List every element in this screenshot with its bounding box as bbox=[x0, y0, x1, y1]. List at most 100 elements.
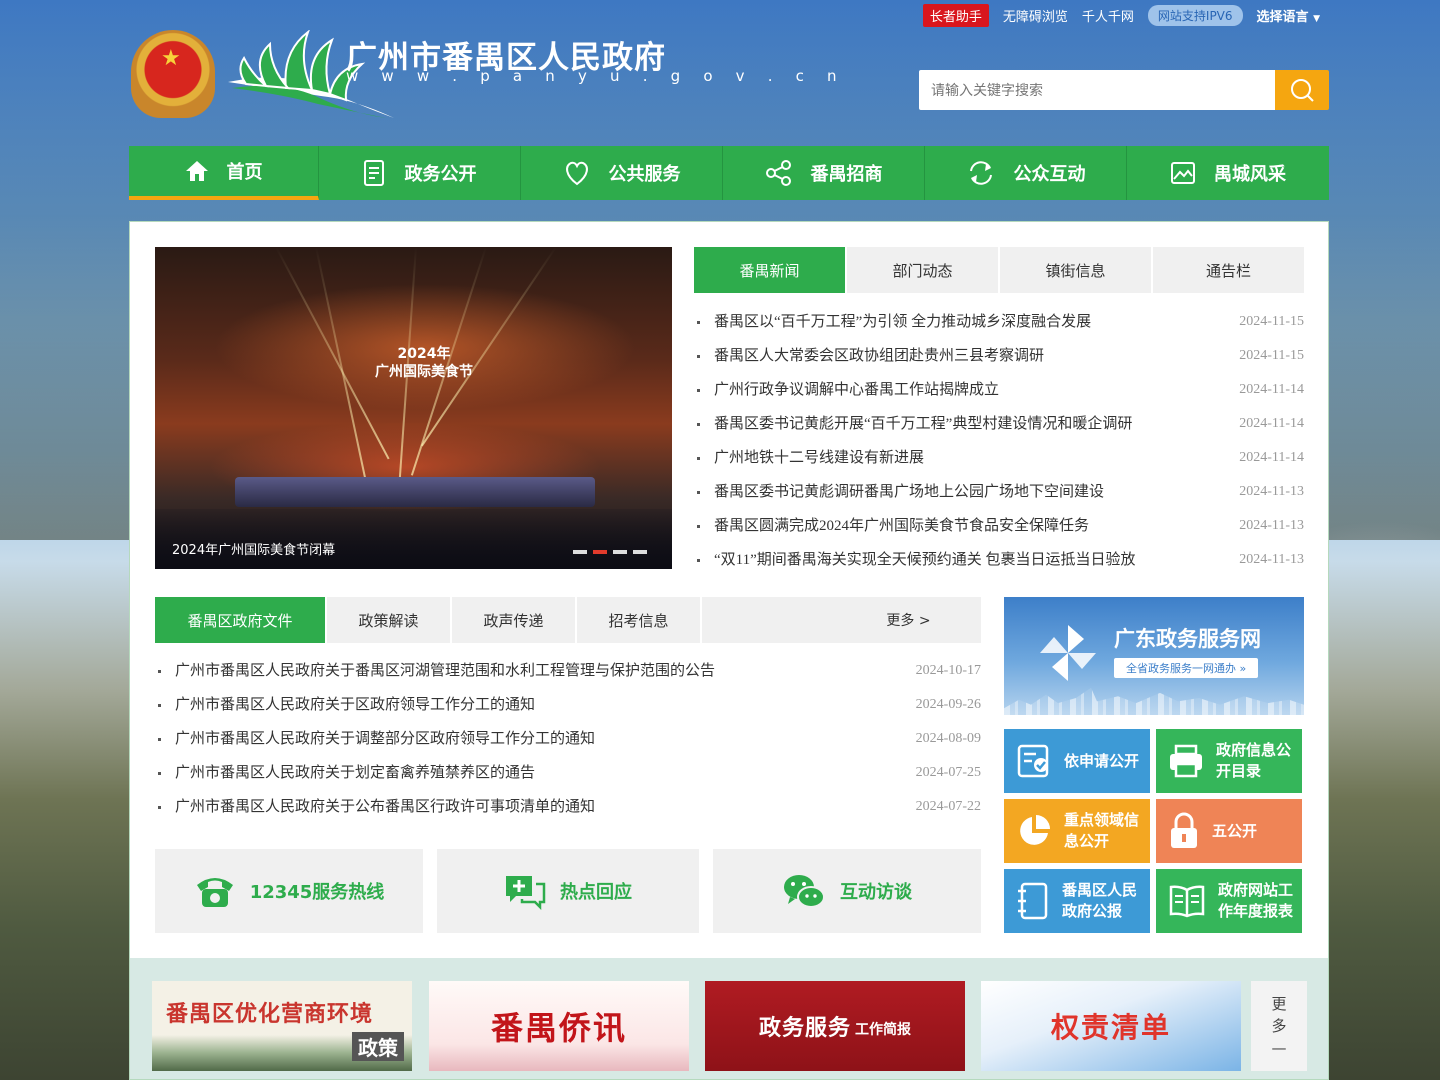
news-item[interactable]: 番禺区人大常委会区政协组团赴贵州三县考察调研 2024-11-15 bbox=[694, 339, 1304, 373]
banner-gov-service-brief[interactable]: 政务服务 工作简报 bbox=[705, 981, 965, 1071]
nav-gov-affairs[interactable]: 政务公开 bbox=[319, 146, 521, 200]
tile-label: 政府信息公开目录 bbox=[1216, 741, 1292, 780]
lock-icon bbox=[1171, 812, 1197, 848]
document-title[interactable]: 广州市番禺区人民政府关于调整部分区政府领导工作分工的通知 bbox=[155, 722, 595, 756]
nav-city-style[interactable]: 禺城风采 bbox=[1127, 146, 1329, 200]
banner-business-environment[interactable]: 番禺区优化营商环境 政策 bbox=[152, 981, 412, 1071]
news-item[interactable]: 番禺区圆满完成2024年广州国际美食节食品安全保障任务 2024-11-13 bbox=[694, 509, 1304, 543]
news-item[interactable]: “双11”期间番禺海关实现全天候预约通关 包裹当日运抵当日验放 2024-11-1… bbox=[694, 543, 1304, 577]
tab-gov-documents[interactable]: 番禺区政府文件 bbox=[155, 597, 327, 643]
nav-label: 禺城风采 bbox=[1214, 164, 1286, 185]
document-item[interactable]: 广州市番禺区人民政府关于区政府领导工作分工的通知 2024-09-26 bbox=[155, 688, 981, 722]
tab-policy-interpretation[interactable]: 政策解读 bbox=[327, 597, 452, 643]
document-title[interactable]: 广州市番禺区人民政府关于番禺区河湖管理范围和水利工程管理与保护范围的公告 bbox=[155, 654, 715, 688]
hot-response-button[interactable]: 热点回应 bbox=[437, 849, 699, 933]
news-item[interactable]: 番禺区委书记黄彪调研番禺广场地上公园广场地下空间建设 2024-11-13 bbox=[694, 475, 1304, 509]
news-date: 2024-11-15 bbox=[1239, 314, 1304, 329]
search-bar bbox=[919, 70, 1329, 110]
news-title[interactable]: 广州行政争议调解中心番禺工作站揭牌成立 bbox=[694, 373, 999, 407]
news-title[interactable]: 番禺区以“百千万工程”为引领 全力推动城乡深度融合发展 bbox=[694, 305, 1091, 339]
news-date: 2024-11-14 bbox=[1239, 450, 1304, 465]
tab-gov-voice[interactable]: 政声传递 bbox=[452, 597, 577, 643]
document-title[interactable]: 广州市番禺区人民政府关于划定畜禽养殖禁养区的通告 bbox=[155, 756, 535, 790]
news-list: 番禺区以“百千万工程”为引领 全力推动城乡深度融合发展 2024-11-15 番禺… bbox=[694, 305, 1304, 577]
document-title[interactable]: 广州市番禺区人民政府关于区政府领导工作分工的通知 bbox=[155, 688, 535, 722]
tab-dept-news[interactable]: 部门动态 bbox=[847, 247, 1000, 293]
news-date: 2024-11-14 bbox=[1239, 416, 1304, 431]
printer-icon bbox=[1170, 744, 1202, 778]
news-title[interactable]: 番禺区委书记黄彪开展“百千万工程”典型村建设情况和暖企调研 bbox=[694, 407, 1132, 441]
document-item[interactable]: 广州市番禺区人民政府关于划定畜禽养殖禁养区的通告 2024-07-25 bbox=[155, 756, 981, 790]
tile-gov-gazette[interactable]: 番禺区人民政府公报 bbox=[1004, 869, 1150, 933]
tile-label: 政府网站工作年度报表 bbox=[1218, 881, 1294, 920]
elder-assistant-link[interactable]: 长者助手 bbox=[922, 4, 989, 27]
document-icon bbox=[363, 160, 384, 186]
news-item[interactable]: 广州地铁十二号线建设有新进展 2024-11-14 bbox=[694, 441, 1304, 475]
slide-stage bbox=[235, 477, 595, 507]
tab-recruitment[interactable]: 招考信息 bbox=[577, 597, 702, 643]
slide-dot[interactable] bbox=[613, 550, 627, 554]
document-item[interactable]: 广州市番禺区人民政府关于调整部分区政府领导工作分工的通知 2024-08-09 bbox=[155, 722, 981, 756]
language-select[interactable]: 选择语言 ▼ bbox=[1257, 6, 1320, 25]
tile-info-catalog[interactable]: 政府信息公开目录 bbox=[1156, 729, 1302, 793]
slide-pager bbox=[573, 550, 647, 554]
picture-icon bbox=[1171, 162, 1195, 184]
guangdong-gov-service-banner[interactable]: 广东政务服务网 全省政务服务一网通办 » bbox=[1004, 597, 1304, 715]
tile-five-disclosures[interactable]: 五公开 bbox=[1156, 799, 1302, 863]
tab-town-info[interactable]: 镇街信息 bbox=[1000, 247, 1153, 293]
tile-label: 番禺区人民政府公报 bbox=[1062, 881, 1138, 920]
news-title[interactable]: 番禺区委书记黄彪调研番禺广场地上公园广场地下空间建设 bbox=[694, 475, 1104, 509]
documents-more-link[interactable]: 更多 > bbox=[856, 597, 981, 643]
slide-dot[interactable] bbox=[633, 550, 647, 554]
slide-dot-active[interactable] bbox=[593, 550, 607, 554]
pie-chart-icon bbox=[1020, 815, 1050, 845]
home-icon bbox=[185, 161, 208, 181]
document-title[interactable]: 广州市番禺区人民政府关于公布番禺区行政许可事项清单的通知 bbox=[155, 790, 595, 824]
qianren-link[interactable]: 千人千网 bbox=[1082, 6, 1134, 25]
interview-button[interactable]: 互动访谈 bbox=[713, 849, 981, 933]
search-icon bbox=[1291, 79, 1314, 102]
slide-overlay-text: 2024年 广州国际美食节 bbox=[375, 345, 473, 381]
news-item[interactable]: 番禺区委书记黄彪开展“百千万工程”典型村建设情况和暖企调研 2024-11-14 bbox=[694, 407, 1304, 441]
city-skyline bbox=[1004, 687, 1304, 715]
form-check-icon bbox=[1017, 744, 1049, 778]
site-url: w w w . p a n y u . g o v . c n bbox=[346, 67, 846, 85]
refresh-icon bbox=[969, 161, 992, 185]
news-title[interactable]: 广州地铁十二号线建设有新进展 bbox=[694, 441, 924, 475]
pinwheel-icon bbox=[1040, 625, 1096, 681]
slide-dot[interactable] bbox=[573, 550, 587, 554]
nav-interaction[interactable]: 公众互动 bbox=[925, 146, 1127, 200]
tile-apply-disclosure[interactable]: 依申请公开 bbox=[1004, 729, 1150, 793]
search-button[interactable] bbox=[1275, 70, 1329, 110]
search-input[interactable] bbox=[919, 70, 1275, 110]
document-item[interactable]: 广州市番禺区人民政府关于番禺区河湖管理范围和水利工程管理与保护范围的公告 2024… bbox=[155, 654, 981, 688]
nav-investment[interactable]: 番禺招商 bbox=[723, 146, 925, 200]
banner-panyu-qiaoxun[interactable]: 番禺侨讯 bbox=[429, 981, 689, 1071]
nav-home[interactable]: 首页 bbox=[129, 146, 319, 200]
document-item[interactable]: 广州市番禺区人民政府关于公布番禺区行政许可事项清单的通知 2024-07-22 bbox=[155, 790, 981, 824]
news-date: 2024-11-14 bbox=[1239, 382, 1304, 397]
banner-power-list[interactable]: 权责清单 bbox=[981, 981, 1241, 1071]
nav-public-service[interactable]: 公共服务 bbox=[521, 146, 723, 200]
news-title[interactable]: 番禺区圆满完成2024年广州国际美食节食品安全保障任务 bbox=[694, 509, 1089, 543]
tab-panyu-news[interactable]: 番禺新闻 bbox=[694, 247, 847, 293]
banners-more-button[interactable]: 更 多 — bbox=[1251, 981, 1307, 1071]
tab-notice[interactable]: 通告栏 bbox=[1153, 247, 1304, 293]
news-item[interactable]: 番禺区以“百千万工程”为引领 全力推动城乡深度融合发展 2024-11-15 bbox=[694, 305, 1304, 339]
document-date: 2024-08-09 bbox=[915, 731, 981, 746]
news-item[interactable]: 广州行政争议调解中心番禺工作站揭牌成立 2024-11-14 bbox=[694, 373, 1304, 407]
banner-title: 番禺侨讯 bbox=[490, 1009, 627, 1047]
main-nav: 首页 政务公开 公共服务 番禺招商 公众互动 禺城风采 bbox=[129, 146, 1329, 200]
news-title[interactable]: 番禺区人大常委会区政协组团赴贵州三县考察调研 bbox=[694, 339, 1044, 373]
tile-label: 五公开 bbox=[1212, 821, 1258, 840]
tile-label: 重点领域信息公开 bbox=[1064, 811, 1140, 850]
tile-key-areas[interactable]: 重点领域信息公开 bbox=[1004, 799, 1150, 863]
hotline-12345-button[interactable]: 12345服务热线 bbox=[155, 849, 423, 933]
news-slideshow[interactable]: 2024年 广州国际美食节 2024年广州国际美食节闭幕 bbox=[155, 247, 672, 569]
news-tabs: 番禺新闻 部门动态 镇街信息 通告栏 bbox=[694, 247, 1304, 293]
accessible-browse-link[interactable]: 无障碍浏览 bbox=[1003, 6, 1068, 25]
language-label: 选择语言 bbox=[1256, 10, 1309, 25]
news-title[interactable]: “双11”期间番禺海关实现全天候预约通关 包裹当日运抵当日验放 bbox=[694, 543, 1136, 577]
slide-light-beam bbox=[315, 247, 367, 482]
tile-annual-report[interactable]: 政府网站工作年度报表 bbox=[1156, 869, 1302, 933]
